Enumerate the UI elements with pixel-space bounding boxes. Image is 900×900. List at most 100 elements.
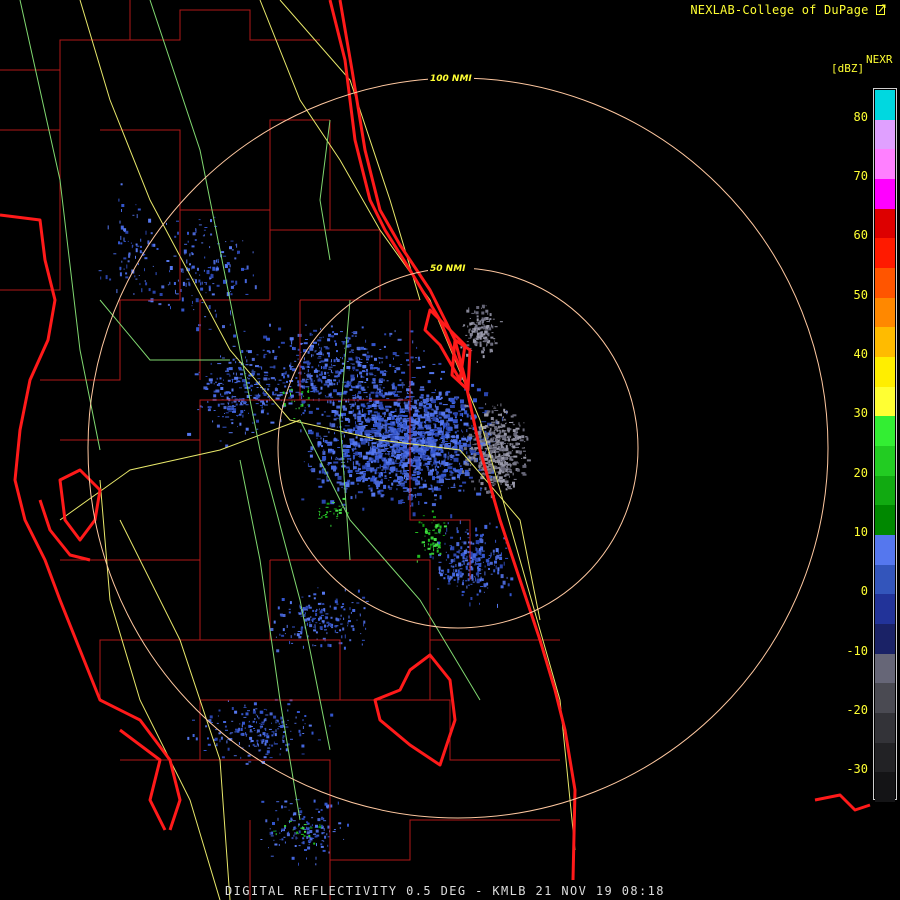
echo-pixel [266, 412, 269, 415]
echo-pixel [195, 279, 197, 284]
echo-pixel [450, 486, 456, 488]
echo-pixel [231, 395, 233, 398]
external-link-icon[interactable] [876, 4, 886, 15]
echo-pixel [383, 461, 386, 465]
coastline-segment [58, 468, 102, 542]
echo-pixel [359, 454, 362, 458]
echo-pixel [271, 722, 272, 724]
echo-pixel [286, 833, 290, 837]
echo-pixel [318, 617, 320, 621]
echo-pixel [395, 459, 397, 463]
color-scale-bar [873, 88, 897, 802]
echo-pixel [303, 361, 307, 363]
echo-pixel [406, 451, 410, 453]
echo-pixel [464, 404, 469, 407]
echo-pixel [368, 440, 373, 441]
echo-pixel [234, 376, 239, 380]
echo-pixel [352, 454, 355, 459]
echo-pixel [462, 481, 467, 484]
echo-pixel [320, 347, 322, 351]
echo-pixel [508, 475, 510, 478]
echo-pixel [417, 554, 421, 558]
echo-pixel [258, 380, 260, 383]
echo-pixel [516, 468, 520, 472]
echo-pixel [357, 477, 363, 480]
echo-pixel [476, 388, 481, 392]
echo-pixel [412, 437, 417, 442]
echo-pixel [475, 546, 477, 551]
echo-pixel [515, 427, 520, 430]
echo-pixel [312, 609, 315, 612]
echo-pixel [335, 358, 338, 361]
echo-pixel [152, 290, 156, 294]
echo-pixel [411, 396, 413, 401]
echo-pixel [314, 350, 317, 352]
echo-pixel [481, 307, 482, 309]
echo-pixel [374, 480, 379, 485]
echo-pixel [431, 503, 436, 507]
echo-pixel [308, 450, 311, 452]
echo-pixel [307, 373, 309, 375]
echo-pixel [204, 227, 208, 228]
echo-pixel [123, 257, 127, 260]
echo-pixel [361, 326, 364, 329]
echo-pixel [191, 265, 195, 269]
echo-pixel [485, 305, 487, 307]
echo-pixel [319, 347, 321, 349]
echo-pixel [353, 370, 355, 371]
echo-pixel [481, 421, 487, 423]
echo-pixel [329, 605, 331, 608]
echo-pixel [290, 388, 293, 391]
echo-pixel [320, 843, 323, 846]
echo-pixel [125, 276, 129, 279]
echo-pixel [340, 508, 342, 510]
echo-pixel [461, 439, 465, 441]
echo-pixel [305, 378, 309, 380]
echo-pixel [381, 361, 383, 364]
echo-pixel [322, 591, 325, 595]
echo-pixel [380, 417, 384, 422]
echo-pixel [513, 478, 517, 480]
echo-pixel [238, 367, 242, 371]
echo-pixel [263, 377, 268, 381]
coastline-segment [0, 213, 182, 831]
echo-pixel [203, 234, 205, 237]
echo-pixel [412, 465, 416, 468]
echo-pixel [394, 451, 396, 454]
echo-pixel [404, 352, 409, 354]
echo-pixel [484, 542, 486, 545]
echo-pixel [282, 735, 285, 738]
echo-pixel [308, 606, 312, 609]
echo-pixel [358, 381, 363, 383]
echo-pixel [262, 732, 266, 736]
echo-pixel [287, 709, 289, 712]
echo-pixel [318, 343, 320, 346]
echo-pixel [482, 540, 484, 543]
echo-pixel [269, 831, 271, 835]
echo-pixel [289, 395, 294, 397]
echo-pixel [503, 443, 506, 444]
echo-pixel [279, 832, 281, 834]
echo-pixel [522, 450, 526, 452]
echo-pixel [385, 355, 388, 359]
echo-pixel [424, 479, 426, 482]
echo-pixel [370, 461, 373, 464]
echo-pixel [166, 260, 170, 262]
echo-pixel [219, 739, 221, 743]
echo-pixel [295, 408, 297, 410]
echo-pixel [481, 439, 484, 442]
echo-pixel [278, 346, 281, 349]
echo-pixel [352, 609, 356, 612]
echo-pixel [324, 611, 326, 613]
echo-pixel [404, 404, 409, 408]
echo-pixel [310, 838, 313, 840]
echo-pixel [414, 411, 420, 413]
echo-pixel [125, 230, 129, 234]
echo-pixel [185, 282, 187, 287]
echo-pixel [396, 426, 401, 428]
echo-pixel [439, 525, 442, 529]
echo-pixel [482, 326, 486, 330]
echo-pixel [333, 379, 337, 382]
echo-pixel [299, 733, 302, 737]
echo-pixel [210, 362, 212, 365]
